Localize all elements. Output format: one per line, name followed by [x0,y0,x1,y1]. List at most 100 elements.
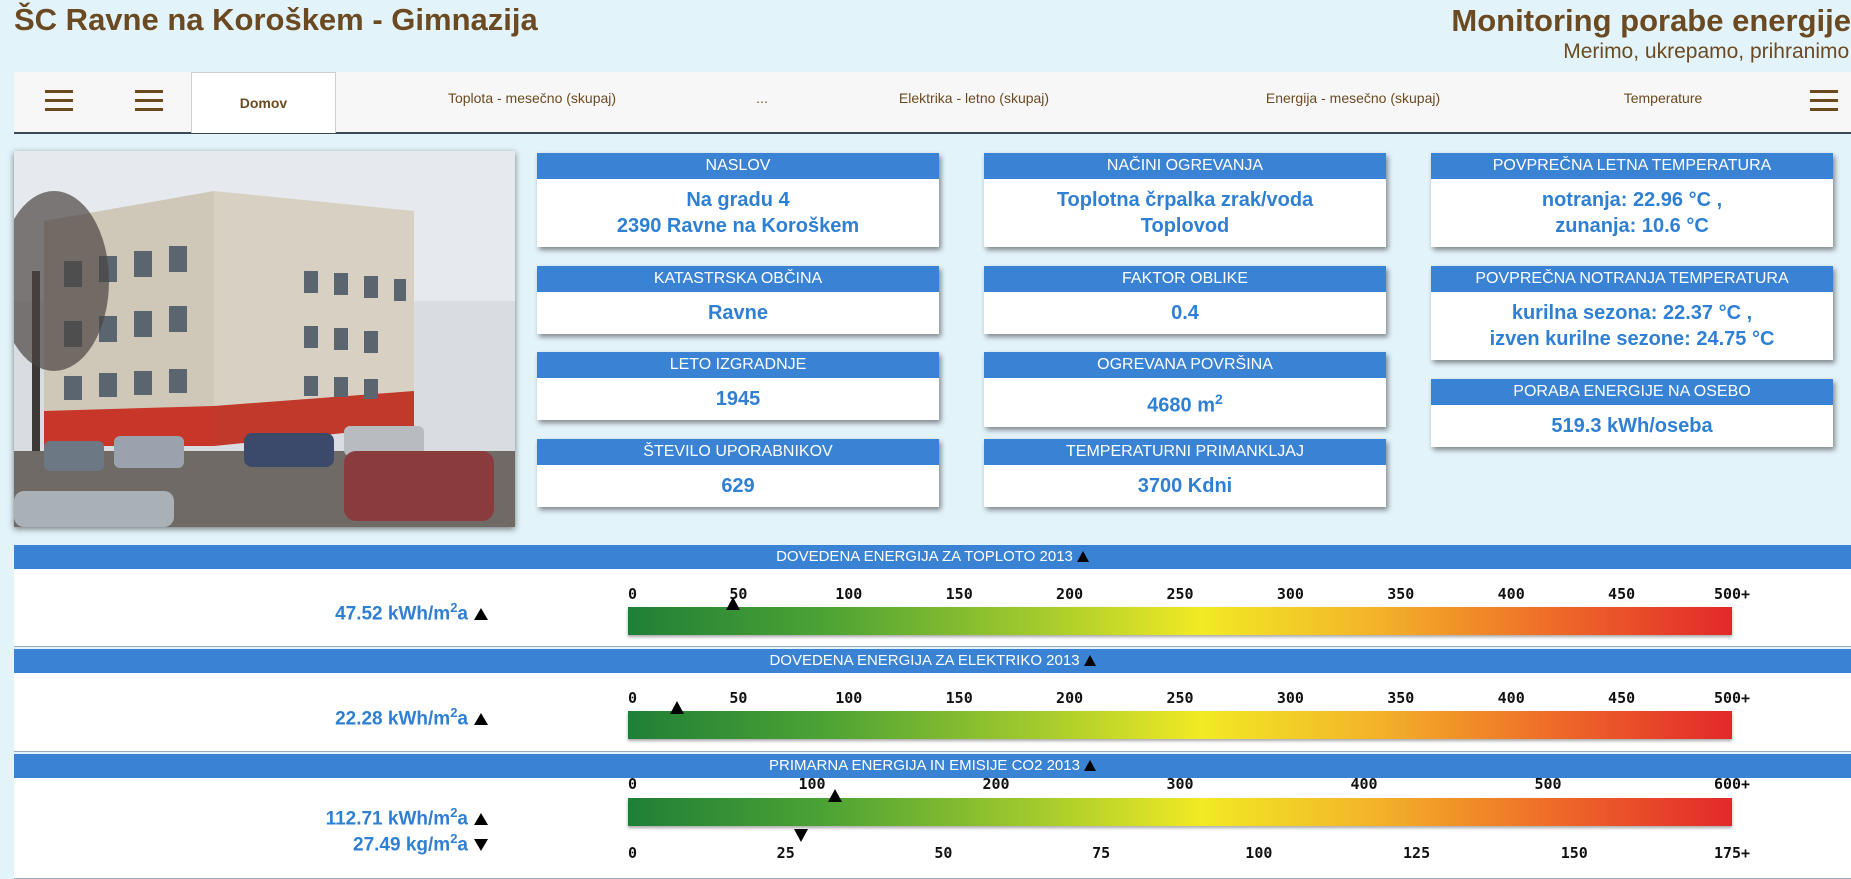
value-marker-emissions [794,829,809,842]
tick-label: 150 [945,689,973,707]
brand-title: Monitoring porabe energije [1451,3,1851,38]
unit-suffix: a [457,603,468,625]
heating-line-2: Toplovod [1140,215,1230,237]
card-poraba-na-osebo: PORABA ENERGIJE NA OSEBO 519.3 kWh/oseba [1431,379,1833,447]
tick-label: 50 [934,844,953,862]
energy-gradient-bar [628,711,1732,739]
area-unit-sup: 2 [1215,391,1223,407]
card-value: Na gradu 4 2390 Ravne na Koroškem [537,179,939,247]
emissions-value-text: 27.49 kg/m [353,834,451,856]
card-title: OGREVANA POVRŠINA [984,352,1386,378]
card-povprecna-notranja-temperatura: POVPREČNA NOTRANJA TEMPERATURA kurilna s… [1431,266,1833,360]
card-stevilo-uporabnikov: ŠTEVILO UPORABNIKOV 629 [537,439,939,507]
card-title: POVPREČNA NOTRANJA TEMPERATURA [1431,266,1833,292]
tick-label: 175+ [1713,844,1751,862]
tick-label: 0 [628,844,638,862]
energy-gradient-bar [628,798,1732,826]
tab-more[interactable]: ... [756,90,768,106]
address-line-2: 2390 Ravne na Koroškem [616,215,860,237]
card-temperaturni-primanjkljaj: TEMPERATURNI PRIMANKLJAJ 3700 Kdni [984,439,1386,507]
tick-label: 450 [1608,585,1636,603]
temp-heating-season: kurilna sezona: 22.37 °C , [1511,302,1753,324]
section-title-text: DOVEDENA ENERGIJA ZA ELEKTRIKO 2013 [769,652,1080,669]
card-title: NAČINI OGREVANJA [984,153,1386,179]
tick-label: 200 [982,775,1010,793]
collapse-arrow-icon[interactable] [1083,655,1096,666]
tab-energija-mesecno[interactable]: Energija - mesečno (skupaj) [1266,90,1440,106]
card-value: notranja: 22.96 °C , zunanja: 10.6 °C [1431,179,1833,247]
energy-value-emissions: 27.49 kg/m2a [353,826,488,858]
unit-suffix: a [457,834,468,856]
temp-off-season: izven kurilne sezone: 24.75 °C [1489,328,1775,350]
tick-label: 75 [1092,844,1111,862]
card-title: PORABA ENERGIJE NA OSEBO [1431,379,1833,405]
temp-inside: notranja: 22.96 °C , [1541,189,1723,211]
address-line-1: Na gradu 4 [686,189,790,211]
tick-label: 25 [776,844,795,862]
building-photo [14,151,515,527]
tab-temperature[interactable]: Temperature [1624,90,1703,106]
energy-gradient-bar [628,607,1732,635]
trend-up-icon [474,608,488,621]
tab-elektrika-letno[interactable]: Elektrika - letno (skupaj) [899,90,1049,106]
tick-label: 150 [1560,844,1588,862]
card-title: POVPREČNA LETNA TEMPERATURA [1431,153,1833,179]
trend-down-icon [474,839,488,852]
energy-value: 47.52 kWh/m2a [335,595,488,627]
menu-icon[interactable] [45,86,73,114]
value-marker [725,597,740,610]
section-title[interactable]: DOVEDENA ENERGIJA ZA ELEKTRIKO 2013 [14,649,1851,673]
main-nav: Domov Toplota - mesečno (skupaj) ... Ele… [14,72,1851,134]
tick-label: 500+ [1713,689,1751,707]
card-title: KATASTRSKA OBČINA [537,266,939,292]
tick-label: 125 [1403,844,1431,862]
tick-label: 300 [1276,689,1304,707]
section-toplota: DOVEDENA ENERGIJA ZA TOPLOTO 2013 47.52 … [14,545,1851,647]
collapse-arrow-icon[interactable] [1083,760,1096,771]
site-title: ŠC Ravne na Koroškem - Gimnazija [14,2,538,37]
menu-icon-2[interactable] [135,86,163,114]
card-value: 3700 Kdni [1137,475,1233,497]
section-primarna: PRIMARNA ENERGIJA IN EMISIJE CO2 2013 11… [14,754,1851,879]
card-katastrska-obcina: KATASTRSKA OBČINA Ravne [537,266,939,334]
tick-label: 300 [1276,585,1304,603]
card-value: 629 [721,475,755,497]
tick-label: 500+ [1713,585,1751,603]
tick-label: 250 [1166,689,1194,707]
tick-label: 400 [1497,585,1525,603]
card-povprecna-letna-temperatura: POVPREČNA LETNA TEMPERATURA notranja: 22… [1431,153,1833,247]
trend-up-icon [474,713,488,726]
card-nacini-ogrevanja: NAČINI OGREVANJA Toplotna črpalka zrak/v… [984,153,1386,247]
section-title[interactable]: DOVEDENA ENERGIJA ZA TOPLOTO 2013 [14,545,1851,569]
tick-label: 0 [628,585,638,603]
section-elektrika: DOVEDENA ENERGIJA ZA ELEKTRIKO 2013 22.2… [14,649,1851,752]
section-title[interactable]: PRIMARNA ENERGIJA IN EMISIJE CO2 2013 [14,754,1851,778]
menu-icon-right[interactable] [1810,86,1838,114]
energy-value: 22.28 kWh/m2a [335,700,488,732]
card-naslov: NASLOV Na gradu 4 2390 Ravne na Koroškem [537,153,939,247]
card-leto-izgradnje: LETO IZGRADNJE 1945 [537,352,939,420]
card-title: TEMPERATURNI PRIMANKLJAJ [984,439,1386,465]
tick-label: 350 [1387,585,1415,603]
card-value: Toplotna črpalka zrak/voda Toplovod [984,179,1386,247]
card-value: Ravne [707,302,769,324]
unit-suffix: a [457,708,468,730]
tick-label: 600+ [1713,775,1751,793]
collapse-arrow-icon[interactable] [1076,551,1089,562]
tick-label: 100 [798,775,826,793]
card-ogrevana-povrsina: OGREVANA POVRŠINA 4680 m2 [984,352,1386,427]
tick-label: 0 [628,689,638,707]
site-brand: Monitoring porabe energije Merimo, ukrep… [1451,2,1851,64]
tick-label: 50 [729,689,748,707]
tick-label: 500 [1534,775,1562,793]
tab-domov[interactable]: Domov [191,72,336,133]
value-marker [670,701,685,714]
card-value: 1945 [715,388,761,410]
tab-toplota-mesecno[interactable]: Toplota - mesečno (skupaj) [448,90,616,106]
energy-value-text: 47.52 kWh/m [335,603,451,625]
card-value: kurilna sezona: 22.37 °C , izven kurilne… [1431,292,1833,360]
tick-label: 200 [1056,689,1084,707]
section-title-text: DOVEDENA ENERGIJA ZA TOPLOTO 2013 [776,548,1073,565]
energy-value-text: 22.28 kWh/m [335,708,451,730]
tick-label: 250 [1166,585,1194,603]
